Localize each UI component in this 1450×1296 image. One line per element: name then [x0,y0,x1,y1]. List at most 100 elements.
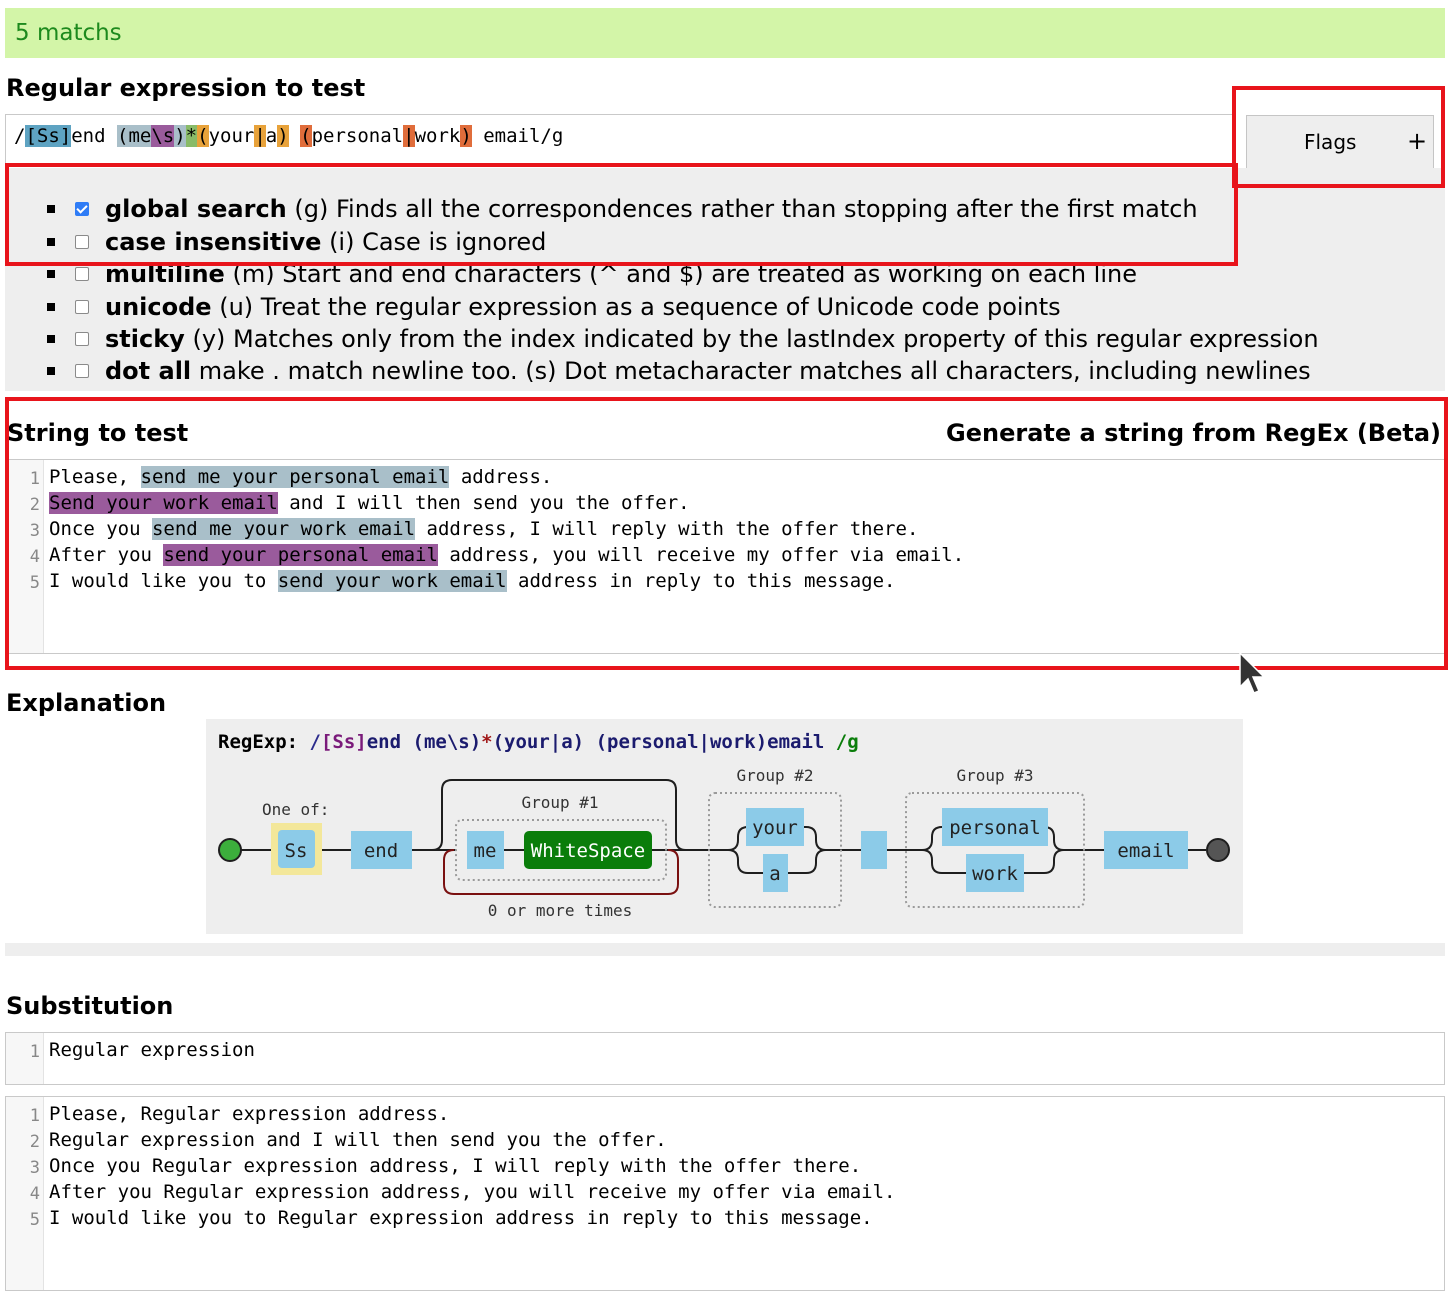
line-text: address. [449,466,553,488]
substitution-input[interactable]: 1 Regular expression [5,1032,1445,1085]
end-node-icon [1206,838,1230,862]
bullet-icon [47,335,55,343]
code-line: After you send your personal email addre… [49,544,964,566]
flag-name: multiline [105,260,225,288]
substitution-text: Regular expression [49,1039,255,1061]
line-number: 3 [29,521,40,541]
line-text: and I will then send you the offer. [277,492,690,514]
match-count-banner: 5 matchs [5,8,1445,58]
regex-token-end: end [71,125,117,147]
regex-token-space [289,125,300,147]
explanation-heading: Explanation [6,689,167,717]
code-line: Once you send me your work email address… [49,518,918,540]
line-text: After you [49,544,164,566]
regex-token-group1-close: ) [174,125,186,147]
line-number: 5 [29,1210,40,1230]
node-me: me [474,840,497,862]
bullet-icon [47,367,55,375]
substitution-result[interactable]: 1 2 3 4 5 Please, Regular expression add… [5,1096,1445,1291]
mouse-cursor-icon [1239,651,1266,694]
regex-railroad-diagram: RegExp: /[Ss]end (me\s)*(your|a) (person… [206,719,1243,934]
flag-global-checkbox[interactable] [75,202,89,216]
regex-token-group2-close: ) [277,125,289,147]
node-email: email [1117,840,1174,862]
line-text: address, you will receive my offer via e… [437,544,965,566]
line-number: 1 [29,1106,40,1126]
line-gutter: 1 2 3 4 5 [6,460,44,653]
line-number: 4 [29,1184,40,1204]
match-highlight: Send your work email [49,492,278,514]
line-text: Once you [49,518,152,540]
line-number: 2 [29,1132,40,1152]
flag-name: sticky [105,325,185,353]
code-line: Please, send me your personal email addr… [49,466,552,488]
railroad-svg: One of: Ss end Group #1 me WhiteSpace 0 … [218,766,1230,920]
flag-dot-all-checkbox[interactable] [75,364,89,378]
flag-desc: (g) Finds all the correspondences rather… [286,195,1198,223]
regex-token-slash: / [14,125,26,147]
result-line: Please, Regular expression address. [49,1103,450,1125]
flag-desc: (m) Start and end characters (^ and $) a… [224,260,1137,288]
line-number: 5 [29,573,40,593]
regex-token-me: me [128,125,152,147]
node-whitespace: WhiteSpace [531,840,645,862]
regex-token-alt3: | [403,125,415,147]
bullet-icon [47,238,55,246]
node-your: your [752,817,798,839]
regex-token-group1-open: ( [116,125,129,147]
plus-icon: + [1407,127,1428,155]
bullet-icon [47,270,55,278]
line-text: Please, [49,466,141,488]
node-ss: Ss [285,840,308,862]
match-highlight: send me your work email [151,518,416,540]
string-test-header: String to test Generate a string from Re… [5,412,1445,458]
node-personal: personal [949,817,1041,839]
flag-sticky-checkbox[interactable] [75,332,89,346]
flag-case-insensitive-checkbox[interactable] [75,235,89,249]
code-line: Send your work email and I will then sen… [49,492,690,514]
line-number: 3 [29,1158,40,1178]
line-text: address in reply to this message. [506,570,896,592]
match-count-text: 5 matchs [15,20,122,46]
regex-heading: Regular expression to test [6,74,366,102]
regex-token-star: * [185,125,198,147]
flags-panel: global search (g) Finds all the correspo… [5,168,1445,391]
flag-desc: (u) Treat the regular expression as a se… [211,293,1061,321]
result-line: Regular expression and I will then send … [49,1129,667,1151]
node-work: work [972,863,1018,885]
regex-token-your: your [208,125,255,147]
regex-token-alt2: | [254,125,266,147]
line-gutter: 1 2 3 4 5 [6,1097,44,1290]
line-number: 2 [29,495,40,515]
flag-desc: (i) Case is ignored [321,228,547,256]
flag-multiline-checkbox[interactable] [75,267,89,281]
node-end: end [364,840,398,862]
flag-name: global search [105,195,287,223]
flag-name: unicode [105,293,212,321]
one-of-label: One of: [262,800,329,819]
regex-token-a: a [265,125,278,147]
bullet-icon [47,303,55,311]
node-a: a [769,863,780,885]
generate-string-link[interactable]: Generate a string from RegEx (Beta) [946,419,1441,447]
regex-input[interactable]: /[Ss]end (me\s)*(your|a) (personal|work)… [5,114,1233,164]
flag-name: case insensitive [105,228,322,256]
flags-button[interactable]: Flags + [1246,115,1434,169]
regex-token-tail: email/g [471,125,564,147]
line-text: address, I will reply with the offer the… [415,518,919,540]
substitution-heading: Substitution [6,992,174,1020]
string-test-heading: String to test [7,419,189,447]
line-number: 1 [29,469,40,489]
string-test-editor[interactable]: 1 2 3 4 5 Please, send me your personal … [5,459,1445,654]
line-gutter: 1 [6,1033,44,1084]
flag-unicode-checkbox[interactable] [75,300,89,314]
bullet-icon [47,205,55,213]
line-number: 4 [29,547,40,567]
group3-label: Group #3 [956,766,1033,785]
regex-token-group3-open: ( [300,125,312,147]
repeat-label: 0 or more times [488,901,633,920]
regex-token-whitespace: \s [151,125,175,147]
result-line: I would like you to Regular expression a… [49,1207,873,1229]
start-node-icon [218,838,242,862]
result-line: Once you Regular expression address, I w… [49,1155,862,1177]
